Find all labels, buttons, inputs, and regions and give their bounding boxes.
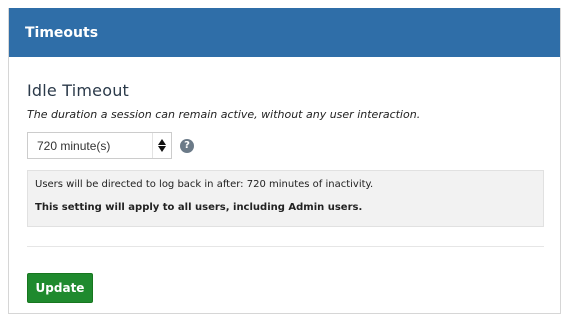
- timeouts-panel: Timeouts Idle Timeout The duration a ses…: [8, 8, 561, 314]
- stepper-value[interactable]: 720 minute(s): [28, 133, 152, 158]
- idle-timeout-stepper[interactable]: 720 minute(s): [27, 132, 172, 159]
- panel-header: Timeouts: [9, 8, 560, 57]
- stepper-arrows[interactable]: [152, 133, 171, 158]
- info-box: Users will be directed to log back in af…: [27, 170, 544, 227]
- idle-timeout-description: The duration a session can remain active…: [27, 108, 421, 121]
- idle-timeout-heading: Idle Timeout: [27, 81, 130, 100]
- increment-arrow-icon[interactable]: [158, 139, 166, 145]
- decrement-arrow-icon[interactable]: [158, 146, 166, 152]
- divider: [27, 246, 544, 247]
- help-icon[interactable]: ?: [180, 138, 194, 153]
- timeout-input-row: 720 minute(s) ?: [27, 132, 542, 159]
- update-button[interactable]: Update: [27, 273, 93, 303]
- panel-title: Timeouts: [25, 24, 99, 41]
- info-scope-text: This setting will apply to all users, in…: [35, 202, 363, 213]
- panel-body: Idle Timeout The duration a session can …: [9, 81, 560, 303]
- info-inactivity-text: Users will be directed to log back in af…: [35, 179, 374, 190]
